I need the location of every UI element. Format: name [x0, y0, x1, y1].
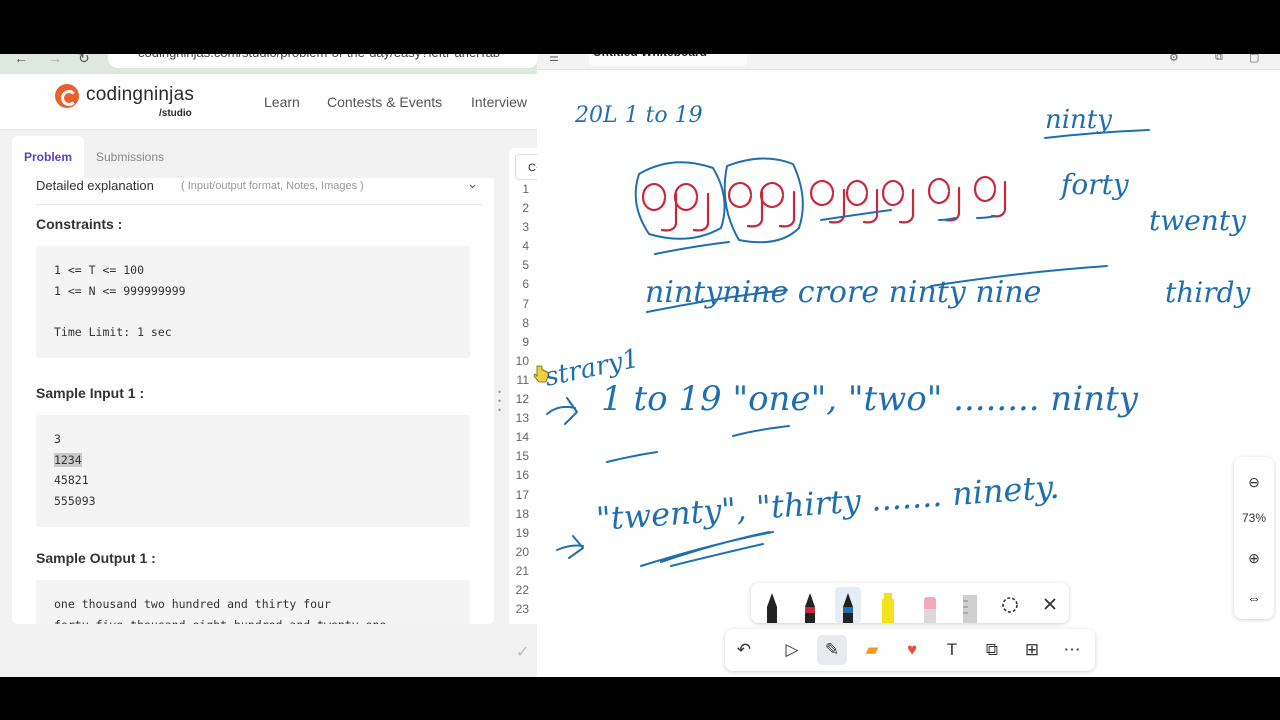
- shapes-icon[interactable]: ⧉: [977, 635, 1007, 665]
- check-icon[interactable]: ✓: [516, 642, 529, 662]
- language-select[interactable]: C+: [515, 154, 537, 180]
- nav-learn[interactable]: Learn: [264, 94, 300, 110]
- line-number: 6: [522, 277, 529, 292]
- reload-icon[interactable]: ↻: [78, 54, 90, 65]
- line-number: 3: [522, 220, 529, 235]
- red-digits-ink: [642, 175, 1007, 232]
- pen-tray: [751, 583, 1069, 623]
- template-icon[interactable]: ⊞: [1017, 635, 1047, 665]
- line-number: 19: [515, 525, 529, 540]
- ink-line4: "twenty", "thirty ....... ninety.: [595, 468, 1060, 538]
- hand-cursor-icon: [533, 365, 549, 383]
- nav-interview[interactable]: Interview: [471, 94, 527, 110]
- constraint-line: [54, 301, 452, 322]
- black-pen-icon[interactable]: [759, 587, 785, 623]
- tab-submissions[interactable]: Submissions: [84, 136, 176, 178]
- nav-contests-events[interactable]: Contests & Events: [327, 94, 442, 110]
- ink-side-word: forty: [1059, 168, 1130, 201]
- line-number: 13: [515, 411, 529, 426]
- sample-input-line: 1234: [54, 452, 82, 467]
- more-icon[interactable]: ⋯: [1057, 635, 1087, 665]
- red-pen-icon[interactable]: [797, 587, 823, 623]
- pen-tool-icon[interactable]: ✎: [817, 635, 847, 665]
- logo-text[interactable]: codingninjas: [86, 84, 194, 106]
- text-tool-icon[interactable]: T: [937, 635, 967, 665]
- sticky-note-icon[interactable]: ▰: [857, 635, 887, 665]
- sample-output-title: Sample Output 1 :: [36, 550, 156, 566]
- sample-input-box: 3 1234 45821 555093: [36, 415, 470, 527]
- back-icon[interactable]: ←: [14, 54, 28, 65]
- line-number: 22: [515, 582, 529, 597]
- line-number: 14: [515, 430, 529, 445]
- line-numbers: 1 2 3 4 5 6 7 8 9 10 11 12 13 14 15 16 17 18 19 20 21 22 23: [512, 180, 529, 619]
- zoom-level: 73%: [1241, 511, 1267, 525]
- panel-resize-handle[interactable]: • • •: [498, 388, 504, 415]
- detail-title: Detailed explanation: [36, 178, 154, 193]
- line-number: 23: [515, 602, 529, 617]
- constraint-line: 1 <= T <= 100: [54, 263, 145, 277]
- line-number: 12: [515, 392, 529, 407]
- line-number: 4: [522, 239, 529, 254]
- ink-line2: nintynine crore ninty nine: [645, 275, 1041, 310]
- line-number: 5: [522, 258, 529, 273]
- close-icon[interactable]: [1037, 587, 1063, 623]
- sample-input-title: Sample Input 1 :: [36, 385, 145, 401]
- line-number: 2: [522, 201, 529, 216]
- zoom-in-icon[interactable]: ⊕: [1234, 543, 1274, 573]
- fit-screen-icon[interactable]: ⇔: [1234, 583, 1274, 613]
- codingninjas-logo-icon[interactable]: [55, 84, 79, 108]
- ruler-icon[interactable]: [957, 587, 983, 623]
- detailed-explanation-row[interactable]: Detailed explanation ( Input/output form…: [36, 178, 482, 205]
- constraints-title: Constraints :: [36, 216, 123, 232]
- line-number: 8: [522, 315, 529, 330]
- ink-line3: 1 to 19 "one", "two" ........ ninty: [601, 379, 1139, 419]
- line-number: 17: [515, 487, 529, 502]
- line-number: 9: [522, 334, 529, 349]
- blue-pen-icon[interactable]: [835, 587, 861, 623]
- sample-input-line: 3: [54, 432, 61, 446]
- undo-icon[interactable]: ↶: [729, 635, 759, 665]
- line-number: 21: [515, 563, 529, 578]
- whiteboard-toolbar: ↶ ▷ ✎ ▰ ♥ T ⧉ ⊞ ⋯: [725, 629, 1095, 671]
- line-number: 1: [522, 182, 529, 196]
- line-number: 15: [515, 449, 529, 464]
- ink-side-word: thirdy: [1165, 276, 1252, 309]
- forward-icon[interactable]: →: [48, 54, 62, 65]
- sample-output-line: one thousand two hundred and thirty four: [54, 597, 331, 611]
- detail-subtitle: ( Input/output format, Notes, Images ): [181, 180, 364, 192]
- line-number: 18: [515, 506, 529, 521]
- select-icon[interactable]: ▷: [777, 635, 807, 665]
- screen: ← → ↻ codingninjas.com/studio/problem-of…: [0, 0, 1280, 720]
- line-number: 20: [515, 544, 529, 559]
- zoom-controls: ⊖ 73% ⊕ ⇔: [1234, 457, 1274, 619]
- eraser-icon[interactable]: [917, 587, 943, 623]
- constraint-line: 1 <= N <= 999999999: [54, 283, 186, 298]
- sample-output-box: one thousand two hundred and thirty four…: [36, 580, 470, 624]
- sample-input-line: 555093: [54, 494, 96, 509]
- sample-output-line: forty five thousand eight hundred and tw…: [54, 615, 452, 624]
- ink-side-word: twenty: [1149, 204, 1247, 237]
- constraint-line: Time Limit: 1 sec: [54, 325, 172, 340]
- chevron-down-icon[interactable]: ⌄: [467, 178, 478, 192]
- zoom-out-icon[interactable]: ⊖: [1234, 467, 1274, 497]
- logo-subtitle: /studio: [159, 108, 192, 119]
- problem-statement-panel: Detailed explanation ( Input/output form…: [12, 178, 494, 624]
- line-number: 10: [515, 353, 529, 368]
- ink-side-word: ninty: [1045, 105, 1112, 135]
- whiteboard-window: ☰ Untitled Whiteboard ⚙ ⧉ ▢: [537, 54, 1280, 677]
- highlighter-icon[interactable]: [875, 587, 901, 623]
- constraints-box: 1 <= T <= 100 1 <= N <= 999999999 Time L…: [36, 246, 470, 358]
- tab-problem[interactable]: Problem: [12, 136, 84, 178]
- address-bar[interactable]: codingninjas.com/studio/problem-of-the-d…: [108, 54, 537, 68]
- lasso-icon[interactable]: [997, 587, 1023, 623]
- coding-platform-pane: codingninjas /studio Learn Contests & Ev…: [0, 74, 537, 677]
- reaction-icon[interactable]: ♥: [897, 635, 927, 665]
- line-number: 16: [515, 468, 529, 483]
- ink-top-left: 20L 1 to 19: [574, 103, 703, 128]
- browser-toolbar: ← → ↻ codingninjas.com/studio/problem-of…: [0, 54, 537, 74]
- line-number: 11: [516, 372, 529, 387]
- top-navigation: codingninjas /studio Learn Contests & Ev…: [0, 74, 537, 130]
- line-number: 7: [522, 296, 529, 311]
- sample-input-line: 45821: [54, 473, 89, 488]
